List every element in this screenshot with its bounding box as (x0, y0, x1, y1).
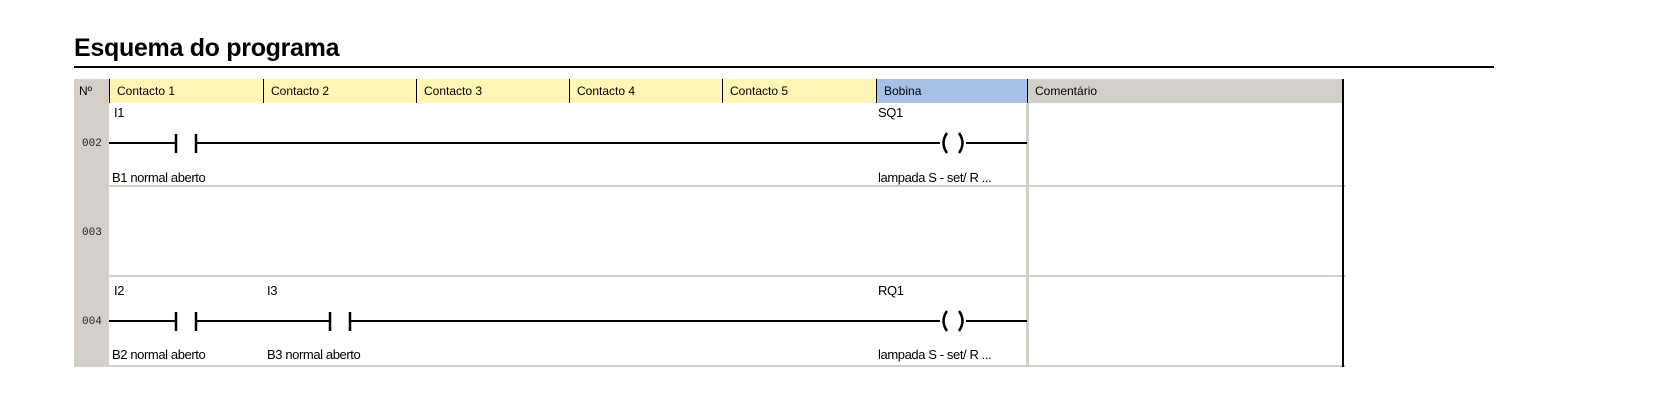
coil-description: lampada S - set/ R ... (878, 170, 992, 185)
contact-2-address: I3 (267, 283, 278, 298)
contact-2-description: B3 normal aberto (267, 347, 361, 362)
coil-address: SQ1 (878, 105, 903, 120)
rung-wiring (109, 132, 1027, 332)
contact-1-description: B2 normal aberto (112, 347, 206, 362)
coil-address: RQ1 (878, 283, 904, 298)
contact-1-address: I2 (114, 283, 125, 298)
ladder-diagram: Nº Contacto 1 Contacto 2 Contacto 3 Cont… (74, 79, 1346, 367)
page-title: Esquema do programa (74, 34, 340, 62)
rung-004-wiring (109, 310, 1027, 332)
contact-1-address: I1 (114, 105, 125, 120)
contact-1-description: B1 normal aberto (112, 170, 206, 185)
title-underline (74, 66, 1494, 68)
rung-002-wiring (109, 132, 1027, 154)
coil-description: lampada S - set/ R ... (878, 347, 992, 362)
